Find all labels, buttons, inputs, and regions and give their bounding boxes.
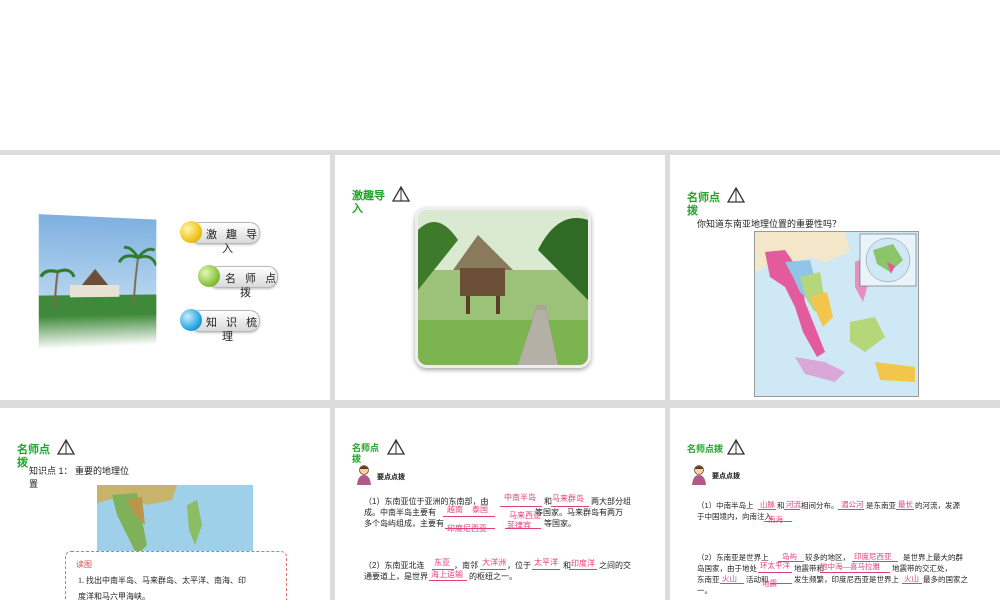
reading-note-box: 读图 1. 找出中南半岛、马来群岛、太平洋、南海、印 度洋和马六甲海峡。: [65, 551, 287, 600]
blank-line: [758, 509, 776, 510]
slide-thumbnail-3[interactable]: 名师点 拨 你知道东南亚地理位置的重要性吗？: [670, 155, 1000, 400]
question-text: 你知道东南亚地理位置的重要性吗？: [697, 219, 842, 229]
p2-f: 发生频繁，印度尼西亚是世界上: [794, 575, 899, 584]
blank-line: [445, 528, 495, 529]
p1-line2-b: 等国家。马来群岛有两万: [535, 508, 623, 517]
blue-dot-icon: [180, 309, 202, 331]
answer-sea-transport: 海上运输: [431, 570, 463, 579]
blank-line: [896, 509, 914, 510]
blank-line: [443, 516, 495, 517]
p2-line2-b: 的枢纽之一。: [469, 572, 517, 581]
teacher-avatar-icon: [692, 465, 706, 485]
key-points-label: 要点点拨: [712, 473, 740, 480]
title-line-1: 名师点: [352, 443, 380, 453]
blank-line: [838, 509, 864, 510]
slide-thumbnail-6[interactable]: 名师点拨 要点点拨 （1）中南半岛上 山脉 和 河流 相间分布。 湄公河 是东南…: [670, 408, 1000, 600]
blank-line: [532, 569, 560, 570]
triangle-ruler-icon: [726, 186, 746, 203]
note-title: 读图: [76, 560, 92, 569]
resort-photo: [38, 214, 157, 350]
southeast-asia-map: [754, 231, 919, 397]
point-line-1: 知识点 1： 重要的地理位: [29, 466, 130, 476]
p2-line3-a: 东南亚: [697, 575, 720, 584]
p2-b: 是世界上最大的群: [903, 553, 963, 562]
blank-line: [764, 521, 792, 522]
key-points-label: 要点点拨: [377, 474, 405, 481]
triangle-ruler-icon: [56, 438, 76, 455]
p1-line3-a: 多个岛屿组成，主要有: [364, 519, 444, 528]
green-dot-icon: [198, 265, 220, 287]
p1-line2-a: 于中国境内，向南注入: [697, 512, 772, 521]
blank-line: [784, 509, 800, 510]
p1-end: 两大部分组: [591, 497, 631, 506]
p2-g: 最多的国家之: [923, 575, 968, 584]
slide-thumbnail-1[interactable]: 激 趣 导 入 名 师 点 拨 知 识 梳 理: [0, 155, 330, 400]
answer-east-asia: 东亚: [434, 558, 450, 567]
p1-d: 的河流，发源: [915, 501, 960, 510]
teacher-avatar-icon: [357, 465, 371, 485]
blank-line: [770, 583, 792, 584]
slide-thumbnail-4[interactable]: 名师点 拨 知识点 1： 重要的地理位 置 读图 1. 找出中南半岛、马来群岛、…: [0, 408, 330, 600]
menu-label-intro-tail: 入: [222, 243, 236, 255]
menu-label-tips-tail: 拨: [240, 287, 254, 299]
p2-line2-a: 通要道上，是世界: [364, 572, 428, 581]
title-line-2: 拨: [687, 205, 698, 217]
answer-thailand: 泰国: [472, 505, 488, 514]
title-line-2: 入: [352, 203, 363, 215]
p2-line1-a: （2）东南亚北连: [364, 561, 425, 570]
answer-mediterranean-himalaya: 地中海—喜马拉雅: [820, 562, 880, 571]
answer-south-china-sea: 南海: [768, 515, 783, 524]
blank-line: [569, 569, 597, 570]
blank-line: [902, 583, 922, 584]
answer-pacific: 太平洋: [534, 558, 558, 567]
blank-line: [429, 580, 467, 581]
slide-title: 名师点 拨: [687, 192, 720, 218]
answer-vietnam: 越南: [447, 505, 463, 514]
triangle-ruler-icon: [726, 438, 746, 455]
blank-line: [820, 572, 890, 573]
p2-line1-a: （2）东南亚是世界上: [697, 553, 769, 562]
title-line-1: 激趣导: [352, 190, 385, 202]
answer-malay-archipelago: 马来群岛: [552, 494, 584, 503]
blank-line: [720, 583, 744, 584]
blank-line: [758, 572, 792, 573]
answer-indian-ocean: 印度洋: [571, 559, 595, 568]
answer-indochina: 中南半岛: [504, 493, 536, 502]
p1-line3-b: 等国家。: [544, 519, 576, 528]
yellow-dot-icon: [180, 221, 202, 243]
note-line-1: 1. 找出中南半岛、马来群岛、太平洋、南海、印: [78, 576, 246, 585]
p2-mid: ，位于: [507, 561, 531, 570]
p1-line2-a: 成。中南半岛主要有: [364, 508, 436, 517]
answer-circum-pacific: 环太平洋: [760, 561, 790, 570]
title-line-1: 名师点: [17, 444, 50, 456]
p1-line1-a: （1）中南半岛上: [697, 501, 754, 510]
p2-line4: 一。: [697, 586, 712, 595]
p2-d: 地震带的交汇处，: [892, 564, 952, 573]
p2-end: 之间的交: [599, 561, 631, 570]
triangle-ruler-icon: [386, 438, 406, 455]
thatched-hut-photo: [415, 207, 591, 368]
menu-label-knowledge-tail: 理: [222, 331, 236, 343]
blank-line: [480, 569, 506, 570]
title-line-1: 名师点: [687, 192, 720, 204]
answer-oceania: 大洋洲: [482, 558, 506, 567]
p1-line1-a: （1）东南亚位于亚洲的东南部，由: [364, 497, 489, 506]
blank-line: [505, 528, 541, 529]
p1-c: 是东南亚: [866, 501, 896, 510]
note-line-2: 度洋和马六甲海峡。: [78, 592, 150, 600]
triangle-ruler-icon: [391, 185, 411, 202]
top-blank-area: [0, 0, 1000, 150]
p1-b: 相间分布。: [801, 501, 839, 510]
slide-title: 名师点拨: [687, 444, 724, 454]
answer-philippines: 菲律宾: [507, 521, 531, 530]
slide-title: 激趣导 入: [352, 190, 385, 216]
slide-title: 名师点 拨: [352, 443, 379, 465]
slide-thumbnail-2[interactable]: 激趣导 入: [335, 155, 665, 400]
slide-thumbnail-5[interactable]: 名师点 拨 要点点拨 （1）东南亚位于亚洲的东南部，由 中南半岛 和 马来群岛 …: [335, 408, 665, 600]
